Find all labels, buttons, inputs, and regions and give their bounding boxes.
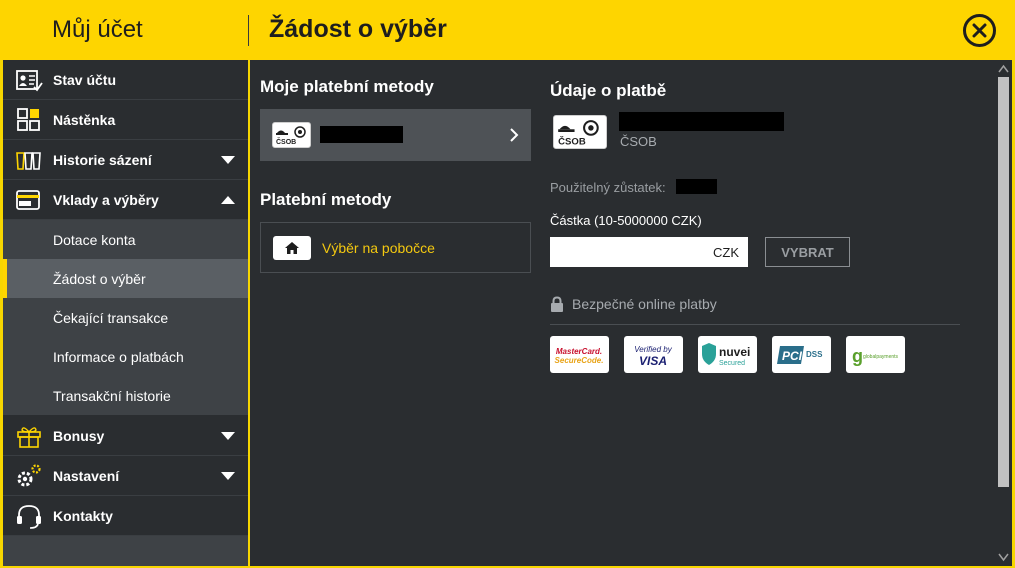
main-panel: Moje platební metody ČSOB Platební metod… xyxy=(250,60,1012,566)
sidebar-subitem-label: Žádost o výběr xyxy=(53,270,146,287)
csob-logo-text: ČSOB xyxy=(276,137,296,146)
sidebar-item-label: Historie sázení xyxy=(53,151,152,168)
scroll-down-icon[interactable] xyxy=(998,552,1009,562)
sidebar-item-dashboard[interactable]: Nástěnka xyxy=(3,100,248,140)
sidebar-footer xyxy=(3,536,248,566)
bank-name: ČSOB xyxy=(620,134,657,149)
csob-logo-text: ČSOB xyxy=(558,135,586,147)
globalpayments-badge: g globalpayments xyxy=(846,336,905,373)
lock-icon xyxy=(551,295,563,312)
branch-logo xyxy=(273,236,311,260)
nuvei-secured-badge: nuvei Secured xyxy=(698,336,757,373)
account-status-icon xyxy=(16,70,43,92)
csob-logo: ČSOB xyxy=(272,122,311,148)
close-button[interactable] xyxy=(963,14,996,47)
gift-icon xyxy=(17,427,41,448)
mastercard-text: MasterCard. xyxy=(556,347,602,356)
sidebar: Stav účtu Nástěnka Historie sázení Vklad… xyxy=(3,60,248,566)
wallet-icon xyxy=(16,190,40,210)
payment-details-title: Údaje o platbě xyxy=(550,81,667,100)
sidebar-item-betting-history[interactable]: Historie sázení xyxy=(3,140,248,180)
sidebar-item-settings[interactable]: Nastavení xyxy=(3,456,248,496)
dashboard-icon xyxy=(17,108,40,131)
withdraw-button[interactable]: VYBRAT xyxy=(765,237,850,267)
redacted-balance xyxy=(676,179,717,194)
sidebar-item-label: Vklady a výběry xyxy=(53,191,159,208)
sidebar-item-account-status[interactable]: Stav účtu xyxy=(3,60,248,100)
scroll-up-icon[interactable] xyxy=(998,64,1009,74)
scroll-thumb[interactable] xyxy=(998,77,1009,487)
visa-text: VISA xyxy=(639,354,667,368)
sidebar-item-label: Bonusy xyxy=(53,427,105,444)
pci-dss-badge: PCI DSS xyxy=(772,336,831,373)
header-bar: Můj účet Žádost o výběr xyxy=(0,0,1015,60)
csob-bank-logo: ČSOB xyxy=(553,115,607,149)
mastercard-securecode-icon: MasterCard. SecureCode. xyxy=(555,347,604,365)
mastercard-securecode-badge: MasterCard. SecureCode. xyxy=(550,336,609,373)
verified-by-visa-badge: Verified by VISA xyxy=(624,336,683,373)
redacted-account-name xyxy=(619,112,784,131)
csob-logo-icon: ČSOB xyxy=(275,126,306,146)
page-title: Žádost o výběr xyxy=(269,15,447,43)
pci-dss-icon: PCI DSS xyxy=(777,345,823,364)
gear-icon xyxy=(17,464,41,487)
chevron-right-icon xyxy=(510,128,519,142)
sidebar-item-label: Nástěnka xyxy=(53,111,116,128)
branch-withdrawal-label: Výběr na pobočce xyxy=(322,240,435,256)
globalpayments-text: globalpayments xyxy=(863,354,899,360)
amount-input[interactable] xyxy=(550,237,700,267)
sidebar-subitem-top-up[interactable]: Dotace konta xyxy=(3,220,248,259)
sidebar-subitem-label: Dotace konta xyxy=(53,231,136,248)
csob-logo-icon: ČSOB xyxy=(558,120,599,147)
chevron-down-icon xyxy=(221,432,235,440)
redacted-account-number xyxy=(320,126,403,143)
scrollbar[interactable] xyxy=(995,60,1012,566)
secured-text: Secured xyxy=(719,360,745,367)
close-icon xyxy=(972,23,987,38)
amount-field: CZK xyxy=(550,237,748,267)
divider xyxy=(550,324,960,325)
chevron-down-icon xyxy=(221,156,235,164)
sidebar-subitem-payment-info[interactable]: Informace o platbách xyxy=(3,337,248,376)
sidebar-subitem-label: Čekající transakce xyxy=(53,309,169,326)
pci-text: PCI xyxy=(782,349,803,363)
sidebar-item-bonuses[interactable]: Bonusy xyxy=(3,416,248,456)
betting-history-icon xyxy=(16,152,41,170)
sidebar-subitem-label: Informace o platbách xyxy=(53,348,184,365)
house-icon xyxy=(285,242,299,254)
my-account-title: Můj účet xyxy=(52,16,143,43)
dss-text: DSS xyxy=(806,350,823,359)
nuvei-text: nuvei xyxy=(719,345,750,359)
currency-label: CZK xyxy=(713,244,739,260)
globalpayments-g: g xyxy=(852,346,863,366)
verified-by-text: Verified by xyxy=(634,345,673,354)
verified-by-visa-icon: Verified by VISA xyxy=(634,345,673,368)
sidebar-subitem-label: Transakční historie xyxy=(53,387,171,404)
payment-methods-title: Platební metody xyxy=(260,190,392,209)
nuvei-secured-icon: nuvei Secured xyxy=(702,342,750,367)
sidebar-subitem-transaction-history[interactable]: Transakční historie xyxy=(3,376,248,415)
sidebar-item-deposits-withdrawals[interactable]: Vklady a výběry xyxy=(3,180,248,220)
header-divider xyxy=(248,15,249,46)
sidebar-item-label: Stav účtu xyxy=(53,71,117,88)
sidebar-subitem-pending-transactions[interactable]: Čekající transakce xyxy=(3,298,248,337)
amount-label: Částka (10-5000000 CZK) xyxy=(550,213,702,228)
available-balance-label: Použitelný zůstatek: xyxy=(550,180,666,195)
branch-withdrawal-method[interactable]: Výběr na pobočce xyxy=(260,222,531,273)
my-payment-methods-title: Moje platební metody xyxy=(260,77,434,96)
sidebar-item-label: Kontakty xyxy=(53,507,113,524)
headset-icon xyxy=(17,505,41,529)
globalpayments-icon: g globalpayments xyxy=(852,346,899,366)
sidebar-item-contacts[interactable]: Kontakty xyxy=(3,496,248,536)
secure-payments-row: Bezpečné online platby xyxy=(550,294,717,314)
sidebar-subitem-withdrawal-request[interactable]: Žádost o výběr xyxy=(3,259,248,298)
saved-payment-method-csob[interactable]: ČSOB xyxy=(260,109,531,161)
securecode-text: SecureCode. xyxy=(555,356,604,365)
chevron-up-icon xyxy=(221,196,235,204)
sidebar-item-label: Nastavení xyxy=(53,467,120,484)
chevron-down-icon xyxy=(221,472,235,480)
secure-payments-label: Bezpečné online platby xyxy=(572,296,717,312)
